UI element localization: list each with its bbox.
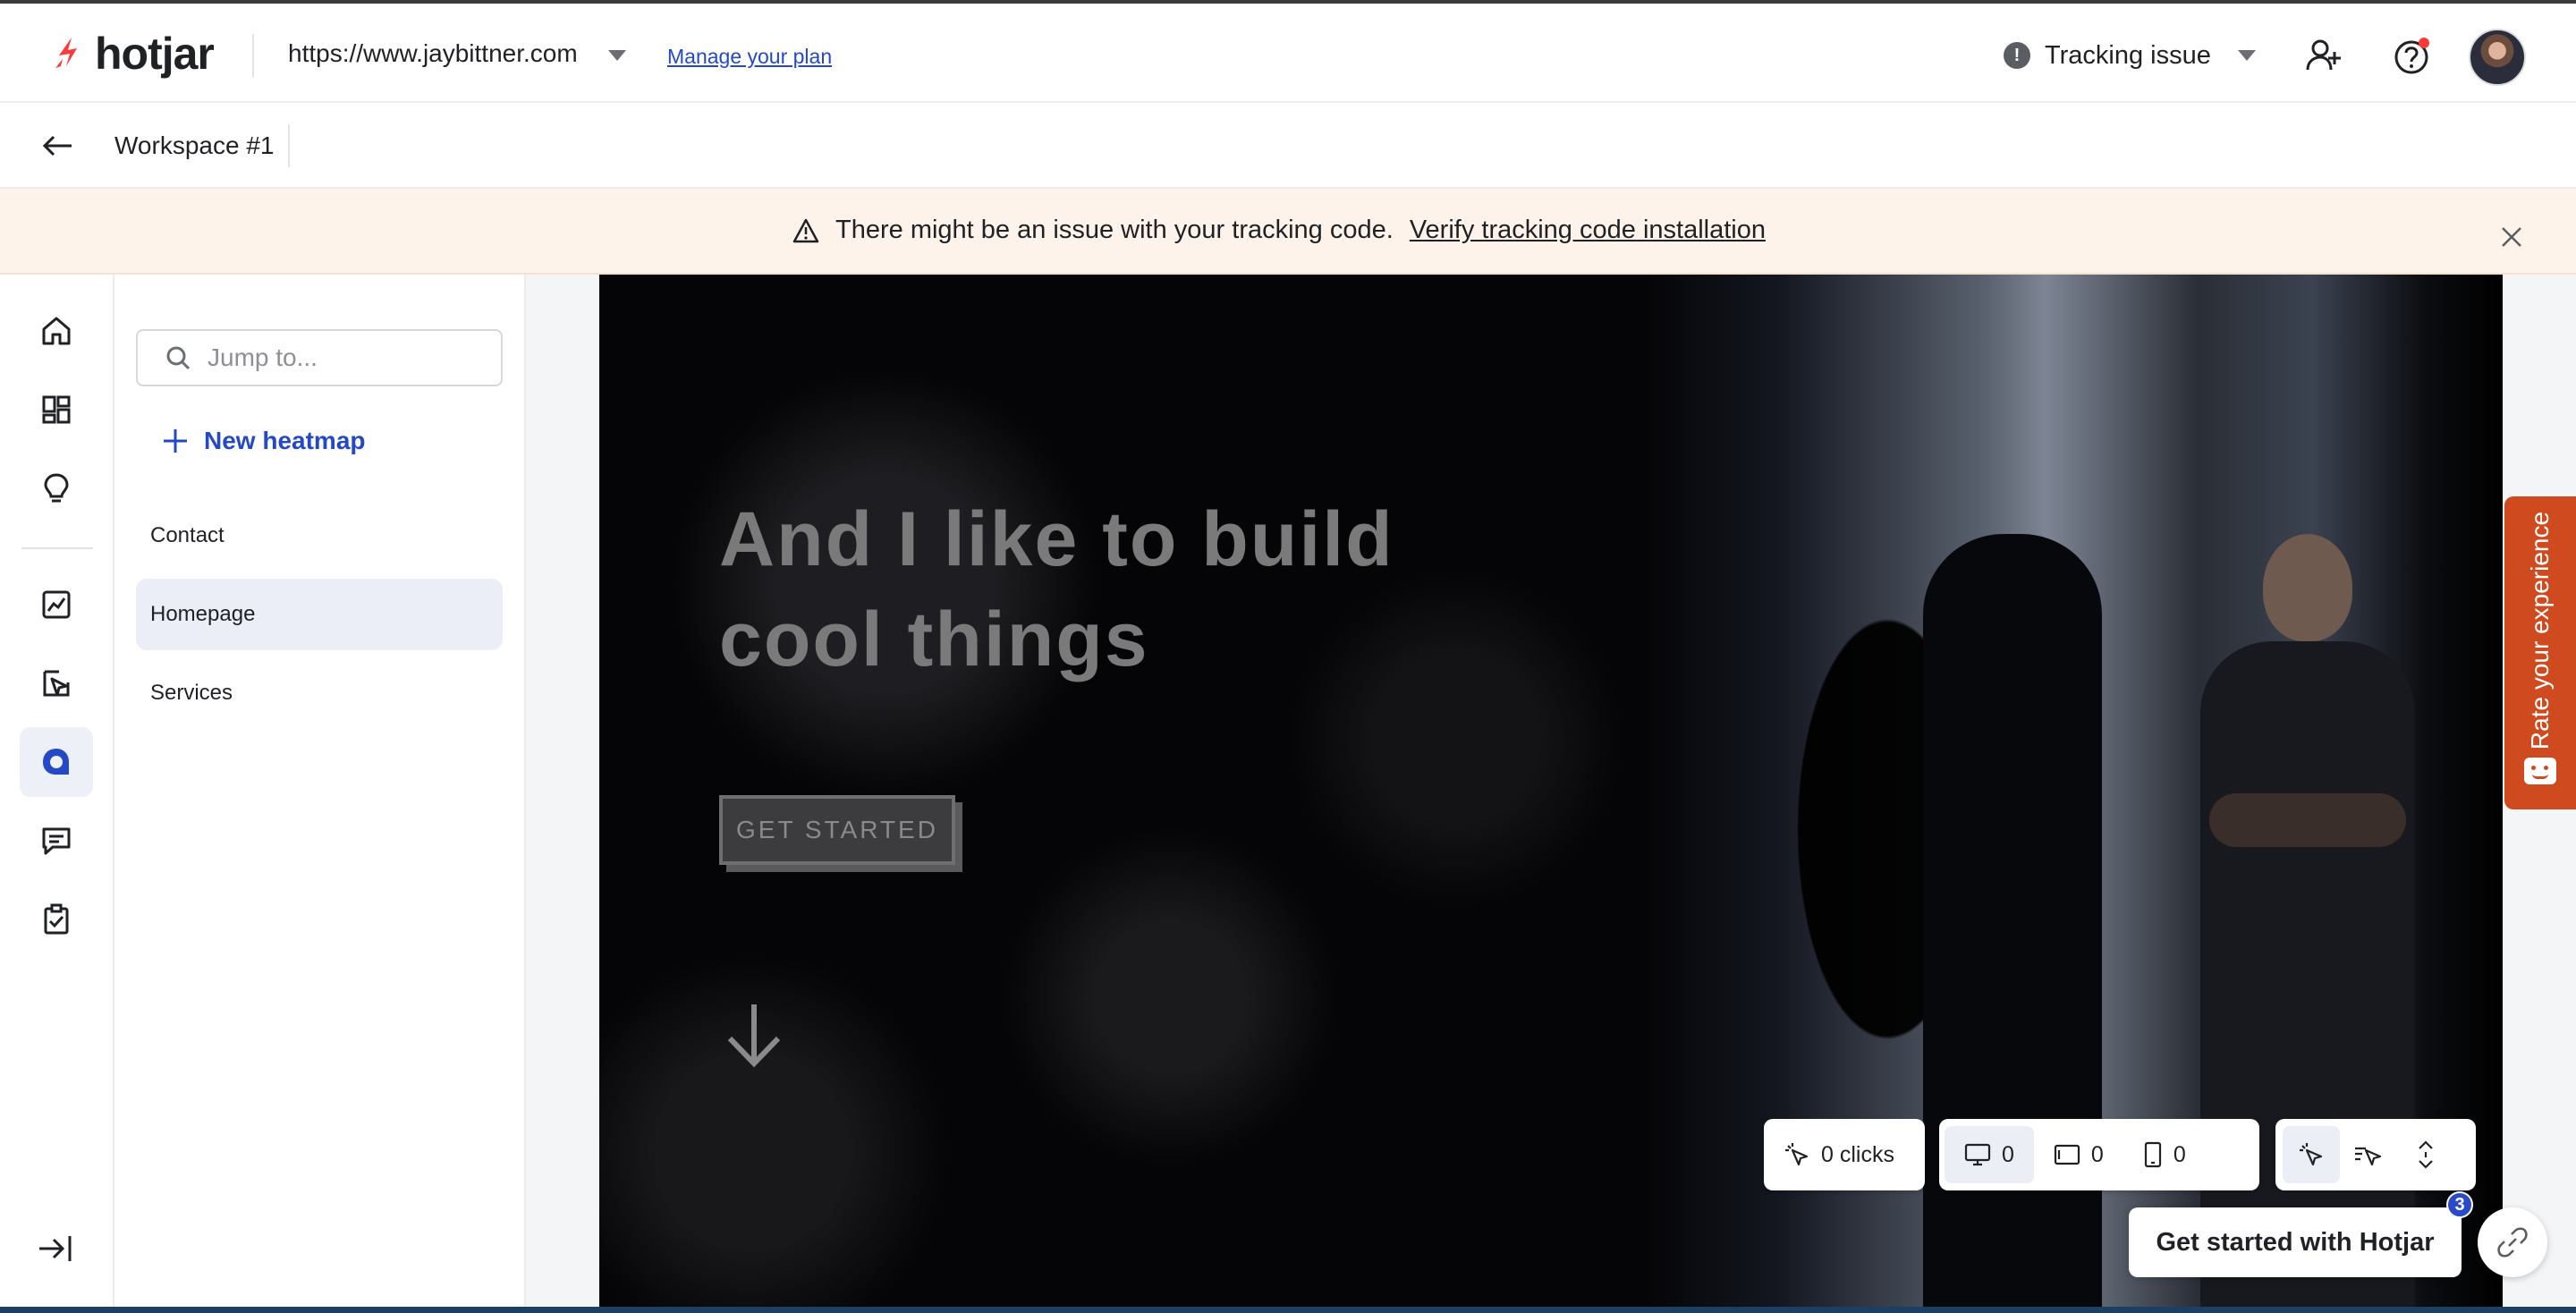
nav-feedback[interactable] bbox=[20, 806, 93, 876]
smiley-icon bbox=[2524, 758, 2556, 784]
get-started-badge: 3 bbox=[2446, 1191, 2473, 1218]
plus-icon bbox=[164, 429, 187, 453]
workspace-bar: Workspace #1 bbox=[0, 103, 2576, 189]
heatmaps-icon bbox=[43, 749, 69, 775]
desktop-icon bbox=[1964, 1143, 1991, 1166]
new-heatmap-label: New heatmap bbox=[204, 427, 366, 454]
nav-separator bbox=[21, 547, 93, 549]
collapse-sidebar-icon[interactable] bbox=[36, 1231, 75, 1266]
recordings-icon bbox=[43, 670, 70, 697]
device-desktop[interactable]: 0 bbox=[1945, 1126, 2034, 1183]
banner-message: There might be an issue with your tracki… bbox=[835, 216, 1394, 244]
add-user-icon bbox=[2306, 39, 2341, 71]
alert-icon: ! bbox=[2004, 42, 2030, 69]
jump-to-search[interactable]: Jump to... bbox=[136, 329, 503, 386]
shadow-silhouette bbox=[1923, 534, 2102, 1307]
tracking-status-dropdown[interactable]: ! Tracking issue bbox=[2004, 38, 2256, 73]
heatmap-item-contact[interactable]: Contact bbox=[136, 500, 503, 572]
nav-home[interactable] bbox=[20, 296, 93, 366]
person-head bbox=[2263, 534, 2352, 641]
nav-recordings[interactable] bbox=[20, 648, 93, 718]
manage-plan-link[interactable]: Manage your plan bbox=[667, 45, 832, 69]
lightbulb-icon bbox=[44, 473, 69, 503]
person-arms bbox=[2209, 793, 2406, 847]
workspace-divider bbox=[288, 124, 290, 167]
arrow-down-icon[interactable] bbox=[723, 999, 785, 1071]
nav-highlights[interactable] bbox=[20, 453, 93, 523]
chevron-down-icon bbox=[2237, 50, 2256, 61]
tablet-count: 0 bbox=[2090, 1141, 2104, 1167]
surveys-icon bbox=[44, 903, 69, 935]
clicks-counter[interactable]: 0 clicks bbox=[1764, 1119, 1925, 1190]
warning-icon bbox=[792, 218, 819, 242]
device-filter: 0 0 0 bbox=[1939, 1119, 2259, 1190]
tracking-status-label: Tracking issue bbox=[2045, 40, 2211, 70]
search-icon bbox=[166, 346, 191, 370]
home-icon bbox=[42, 317, 71, 345]
site-dropdown-chevron-icon[interactable] bbox=[608, 50, 626, 61]
hero-headline: And I like to build cool things bbox=[719, 489, 1524, 690]
nav-dashboards[interactable] bbox=[20, 375, 93, 445]
dashboard-icon bbox=[42, 395, 71, 424]
desktop-count: 0 bbox=[2002, 1141, 2014, 1167]
workspace-title: Workspace #1 bbox=[114, 131, 275, 159]
get-started-cta[interactable]: GET STARTED bbox=[719, 795, 955, 865]
get-started-with-hotjar-button[interactable]: Get started with Hotjar bbox=[2129, 1207, 2462, 1277]
checklist-launcher-button[interactable] bbox=[2478, 1207, 2547, 1277]
feedback-icon bbox=[42, 827, 71, 855]
rate-your-experience-label: Rate your experience bbox=[2526, 511, 2554, 750]
nav-heatmaps[interactable] bbox=[20, 727, 93, 797]
heatmap-item-homepage[interactable]: Homepage bbox=[136, 579, 503, 650]
window-bottom-edge bbox=[0, 1307, 2576, 1313]
device-tablet[interactable]: 0 bbox=[2034, 1126, 2123, 1183]
hotjar-flame-icon bbox=[55, 38, 77, 68]
tablet-icon bbox=[2054, 1144, 2080, 1165]
link-icon bbox=[2497, 1227, 2528, 1258]
click-map-toggle[interactable] bbox=[2283, 1126, 2340, 1183]
heatmap-type-toggle bbox=[2275, 1119, 2476, 1190]
heatmap-list-panel: Jump to... New heatmap Contact Homepage … bbox=[114, 275, 526, 1313]
tracking-warning-banner: There might be an issue with your tracki… bbox=[0, 189, 2576, 275]
heatmap-item-services[interactable]: Services bbox=[136, 657, 503, 729]
close-icon[interactable] bbox=[2496, 221, 2528, 253]
hero-headline-line-2: cool things bbox=[719, 597, 1149, 682]
top-bar: hotjar https://www.jaybittner.com Manage… bbox=[0, 0, 2576, 103]
brand-name: hotjar bbox=[95, 29, 215, 79]
back-arrow-icon[interactable] bbox=[39, 128, 75, 164]
new-heatmap-button[interactable]: New heatmap bbox=[161, 427, 366, 455]
mobile-count: 0 bbox=[2173, 1141, 2186, 1167]
clicks-count: 0 clicks bbox=[1821, 1141, 1894, 1167]
scroll-map-toggle[interactable] bbox=[2397, 1126, 2454, 1183]
invite-user-button[interactable] bbox=[2299, 30, 2349, 80]
user-avatar[interactable] bbox=[2469, 29, 2526, 86]
nav-surveys[interactable] bbox=[20, 885, 93, 954]
move-map-toggle[interactable] bbox=[2340, 1126, 2397, 1183]
click-map-icon bbox=[2300, 1143, 2323, 1166]
nav-trends[interactable] bbox=[20, 570, 93, 640]
move-map-icon bbox=[2355, 1147, 2382, 1166]
site-selector[interactable]: https://www.jaybittner.com bbox=[288, 39, 578, 68]
hotjar-logo[interactable]: hotjar bbox=[52, 27, 215, 80]
help-button[interactable] bbox=[2386, 30, 2436, 80]
rate-your-experience-tab[interactable]: Rate your experience bbox=[2504, 496, 2576, 809]
device-mobile[interactable]: 0 bbox=[2123, 1126, 2206, 1183]
hero-headline-line-1: And I like to build bbox=[719, 496, 1394, 582]
trends-icon bbox=[42, 590, 71, 619]
click-cursor-icon bbox=[1785, 1143, 1809, 1166]
search-placeholder: Jump to... bbox=[208, 343, 318, 371]
mobile-icon bbox=[2144, 1141, 2161, 1168]
scroll-map-icon bbox=[2419, 1140, 2433, 1169]
help-icon bbox=[2394, 38, 2429, 74]
verify-tracking-link[interactable]: Verify tracking code installation bbox=[1410, 216, 1766, 245]
left-nav-rail bbox=[0, 275, 114, 1313]
header-divider bbox=[252, 34, 254, 77]
